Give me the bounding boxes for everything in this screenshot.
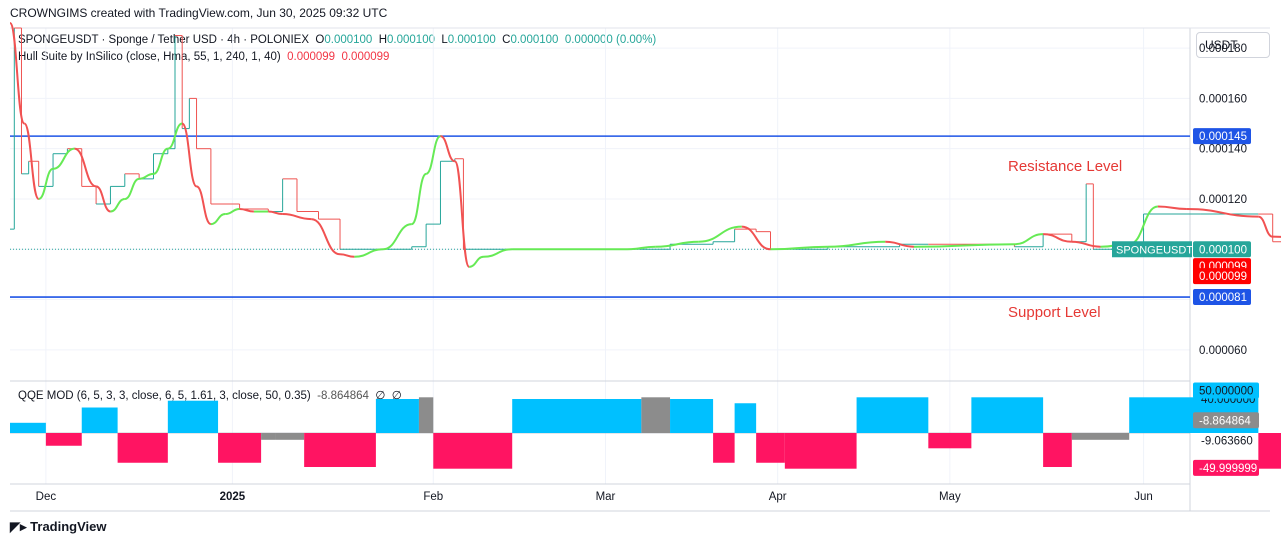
- hull-segment: [153, 147, 169, 175]
- qqe-bar: [1043, 433, 1072, 467]
- qqe-bar: [734, 403, 757, 433]
- qqe-bar: [418, 397, 434, 433]
- qqe-bar: [45, 433, 82, 446]
- qqe-bar: [928, 433, 972, 449]
- qqe-bar: [713, 433, 735, 463]
- qqe-bar: [1071, 433, 1130, 440]
- qqe-legend: QQE MOD (6, 5, 3, 3, close, 6, 5, 1.61, …: [18, 388, 402, 402]
- time-tick-label: May: [939, 491, 961, 503]
- qqe-badge-down-text: -49.999999: [1199, 463, 1257, 475]
- support-badge-text: 0.000081: [1199, 292, 1247, 304]
- hull-segment: [1043, 233, 1072, 243]
- time-tick-label: Jun: [1134, 491, 1153, 503]
- qqe-na-1: ∅: [375, 390, 386, 402]
- qqe-bar: [856, 397, 929, 433]
- time-tick-label: Feb: [423, 491, 443, 503]
- price-tick-label: 0.000140: [1199, 144, 1247, 156]
- price-tick-label: 0.000160: [1199, 93, 1247, 105]
- price-series: [10, 27, 1281, 250]
- qqe-bar: [784, 433, 857, 469]
- hull-segment: [1014, 233, 1044, 246]
- hull-segment: [354, 248, 384, 258]
- hull-segment: [282, 213, 312, 221]
- qqe-bar: [375, 399, 419, 433]
- hull-segment: [382, 223, 412, 251]
- qqe-bar: [756, 433, 785, 463]
- time-tick-label: Mar: [596, 491, 616, 503]
- hull-segment: [1272, 235, 1281, 238]
- qqe-histogram: [10, 397, 1281, 469]
- qqe-bar: [641, 397, 671, 433]
- hull-segment: [52, 147, 75, 170]
- qqe-title[interactable]: QQE MOD (6, 5, 3, 3, close, 6, 5, 1.61, …: [18, 390, 311, 402]
- hull-series: [9, 21, 1281, 268]
- hull-segment: [469, 255, 484, 268]
- hull-segment: [181, 122, 198, 188]
- qqe-bar: [304, 433, 376, 467]
- qqe-bar: [81, 407, 118, 433]
- time-tick-label: 2025: [220, 491, 246, 503]
- qqe-na-2: ∅: [391, 390, 402, 402]
- hull-segment: [827, 240, 886, 248]
- qqe-bar: [512, 399, 642, 433]
- hull-segment: [124, 177, 140, 200]
- qqe-badge-neutral-text: -8.864864: [1199, 415, 1251, 427]
- qqe-badge-up-text: 50.000000: [1199, 386, 1253, 398]
- qqe-bar: [433, 433, 513, 469]
- hull-segment: [195, 185, 212, 226]
- support-annotation: Support Level: [1008, 304, 1101, 321]
- qqe-bar: [218, 433, 262, 463]
- time-tick-label: Apr: [769, 491, 787, 503]
- qqe-bar: [10, 422, 46, 433]
- hull-badge-2-text: 0.000099: [1199, 271, 1247, 283]
- resistance-annotation: Resistance Level: [1008, 158, 1123, 175]
- hull-segment: [9, 21, 26, 125]
- price-tick-label: 0.000120: [1199, 194, 1247, 206]
- qqe-bar: [275, 433, 305, 440]
- price-tick-label: 0.000060: [1199, 345, 1247, 357]
- hull-segment: [74, 147, 97, 188]
- tradingview-brand-label: TradingView: [30, 519, 107, 534]
- qqe-bar: [261, 433, 276, 440]
- time-tick-label: Dec: [36, 491, 57, 503]
- hull-segment: [483, 248, 513, 258]
- qqe-bar: [1258, 433, 1281, 469]
- hull-segment: [110, 197, 125, 213]
- qqe-bar: [167, 400, 219, 433]
- hull-segment: [1186, 208, 1259, 218]
- tradingview-logo-icon: ◤▸: [10, 519, 27, 534]
- qqe-tick-label: -9.063660: [1201, 436, 1253, 448]
- qqe-bar: [117, 433, 168, 463]
- qqe-bar: [670, 399, 714, 433]
- qqe-value: -8.864864: [317, 390, 369, 402]
- hull-segment: [453, 160, 471, 268]
- chart-canvas[interactable]: 0.000180 0.000160 0.000140 0.000120 0.000060…: [0, 0, 1281, 546]
- price-tick-label: 0.000180: [1199, 43, 1247, 55]
- last-price-badge-text: 0.000100: [1199, 244, 1247, 256]
- hull-segment: [339, 253, 355, 258]
- symbol-tag-text: SPONGEUSDT: [1116, 244, 1193, 256]
- hull-segment: [1071, 240, 1101, 248]
- hull-segment: [1157, 205, 1187, 211]
- hull-segment: [1258, 215, 1274, 238]
- resistance-badge-text: 0.000145: [1199, 131, 1247, 143]
- hull-segment: [139, 172, 154, 180]
- tradingview-brand: ◤▸ TradingView: [10, 519, 107, 535]
- hull-segment: [210, 213, 226, 226]
- qqe-bar: [971, 397, 1044, 433]
